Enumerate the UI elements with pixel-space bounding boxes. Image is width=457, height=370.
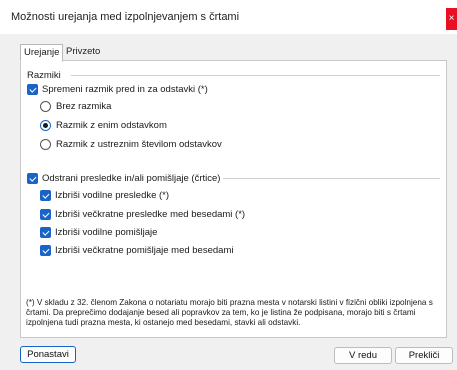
spaces-checkbox[interactable]: [27, 173, 38, 184]
spaces-toggle[interactable]: Odstrani presledke in/ali pomišljaje (čr…: [27, 173, 224, 184]
checkbox[interactable]: [40, 227, 51, 238]
group-divider: [71, 75, 440, 76]
close-button[interactable]: ×: [446, 8, 457, 30]
radio-label: Razmik z enim odstavkom: [56, 120, 167, 131]
spacing-group-heading: Razmiki: [27, 70, 64, 81]
title-bar: Možnosti urejanja med izpolnjevanjem s č…: [0, 0, 457, 34]
option-label: Izbriši vodilne presledke (*): [55, 190, 170, 201]
cancel-button[interactable]: Prekliči: [395, 347, 453, 364]
tab-privzeto[interactable]: Privzeto: [63, 44, 103, 59]
checkbox[interactable]: [40, 209, 51, 220]
group-divider: [211, 178, 440, 179]
checkbox[interactable]: [40, 190, 51, 201]
checkbox[interactable]: [40, 245, 51, 256]
tab-urejanje[interactable]: Urejanje: [20, 44, 64, 62]
radio-button[interactable]: [40, 101, 51, 112]
radio-matching-paragraphs[interactable]: Razmik z ustreznim številom odstavkov: [40, 139, 222, 150]
legal-footnote: (*) V skladu z 32. členom Zakona o notar…: [26, 298, 433, 327]
options-dialog: Možnosti urejanja med izpolnjevanjem s č…: [0, 0, 457, 370]
option-label: Izbriši večkratne presledke med besedami…: [55, 209, 246, 220]
radio-button-selected[interactable]: [40, 120, 51, 131]
spacing-toggle-label: Spremeni razmik pred in za odstavki (*): [42, 84, 208, 95]
radio-no-spacing[interactable]: Brez razmika: [40, 101, 111, 112]
option-leading-dashes[interactable]: Izbriši vodilne pomišljaje: [40, 227, 157, 238]
window-title: Možnosti urejanja med izpolnjevanjem s č…: [11, 11, 240, 23]
spacing-checkbox[interactable]: [27, 84, 38, 95]
radio-single-paragraph[interactable]: Razmik z enim odstavkom: [40, 120, 167, 131]
option-label: Izbriši vodilne pomišljaje: [55, 227, 158, 238]
radio-button[interactable]: [40, 139, 51, 150]
radio-label: Brez razmika: [56, 101, 112, 112]
option-label: Izbriši večkratne pomišljaje med besedam…: [55, 245, 234, 256]
option-leading-spaces[interactable]: Izbriši vodilne presledke (*): [40, 190, 169, 201]
tab-panel: Razmiki Spremeni razmik pred in za odsta…: [20, 60, 447, 338]
ok-button[interactable]: V redu: [334, 347, 392, 364]
spaces-toggle-label: Odstrani presledke in/ali pomišljaje (čr…: [42, 173, 221, 184]
option-multiple-dashes[interactable]: Izbriši večkratne pomišljaje med besedam…: [40, 245, 233, 256]
radio-label: Razmik z ustreznim številom odstavkov: [56, 139, 222, 150]
spacing-toggle[interactable]: Spremeni razmik pred in za odstavki (*): [27, 84, 208, 95]
option-multiple-spaces[interactable]: Izbriši večkratne presledke med besedami…: [40, 209, 245, 220]
reset-button[interactable]: Ponastavi: [20, 346, 76, 363]
